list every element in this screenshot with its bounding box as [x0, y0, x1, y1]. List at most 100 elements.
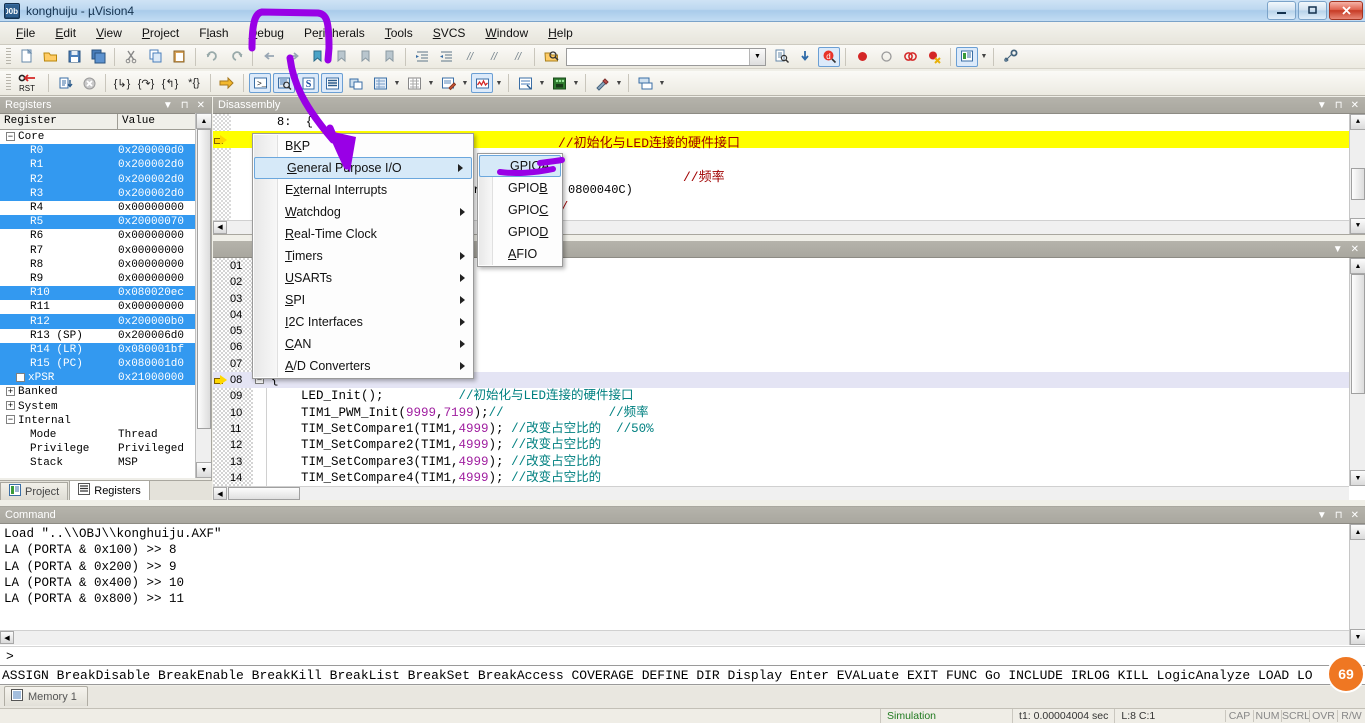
register-row[interactable]: R12 0x200000b0: [0, 314, 196, 329]
editor-line[interactable]: 09 LED_Init(); //初始化与LED连接的硬件接口: [213, 388, 1365, 404]
register-row[interactable]: R14 (LR) 0x080001bf: [0, 342, 196, 357]
submenu-item-gpiob[interactable]: GPIOB: [478, 177, 562, 199]
register-row[interactable]: − Internal: [0, 414, 196, 428]
save-icon[interactable]: [63, 47, 85, 67]
register-row[interactable]: R10 0x080020ec: [0, 286, 196, 301]
register-row[interactable]: R0 0x200000d0: [0, 144, 196, 159]
tree-expander-icon[interactable]: +: [16, 372, 25, 382]
find-input[interactable]: [567, 49, 747, 64]
command-close-icon[interactable]: ✕: [1351, 510, 1359, 521]
debug-restore-views-icon[interactable]: [634, 73, 656, 93]
run-icon[interactable]: [54, 73, 76, 93]
register-row[interactable]: Stack MSP: [0, 456, 196, 470]
scroll-down-icon[interactable]: ▼: [196, 462, 212, 478]
menu-view[interactable]: View: [86, 23, 132, 43]
disassembly-vscrollbar[interactable]: ▲ ▼: [1349, 114, 1365, 234]
open-file-icon[interactable]: [39, 47, 61, 67]
disassembly-pin-icon[interactable]: ⊓: [1335, 100, 1343, 111]
serial-window-icon[interactable]: [437, 73, 459, 93]
editor-scroll-up-icon[interactable]: ▲: [1350, 258, 1365, 274]
disable-breakpoint-icon[interactable]: [875, 47, 897, 67]
editor-line[interactable]: 11 TIM_SetCompare1(TIM1,4999); //改变占空比的 …: [213, 421, 1365, 437]
close-icon[interactable]: ✕: [197, 100, 205, 111]
bookmark-clear-icon[interactable]: [378, 47, 400, 67]
uncomment-all-icon[interactable]: //: [507, 47, 529, 67]
tab-project[interactable]: Project: [0, 482, 69, 500]
gpio-submenu[interactable]: GPIOA GPIOB GPIOC GPIOD AFIO: [477, 153, 563, 267]
register-row[interactable]: R3 0x200002d0: [0, 186, 196, 201]
step-over-icon[interactable]: {↷}: [135, 73, 157, 93]
system-viewer-dropdown-icon[interactable]: ▼: [571, 73, 581, 93]
menu-file[interactable]: File: [6, 23, 45, 43]
show-next-statement-icon[interactable]: [216, 73, 238, 93]
register-row[interactable]: + Banked: [0, 385, 196, 399]
menu-item-real-time-clock[interactable]: Real-Time Clock: [253, 223, 473, 245]
registers-tree[interactable]: − Core R0 0x200000d0 R1 0x200002d0 R2 0x200002d…: [0, 130, 196, 478]
panel-dropdown-icon[interactable]: ▼: [163, 100, 173, 111]
memory-window-icon[interactable]: [403, 73, 425, 93]
symbols-window-icon[interactable]: S: [297, 73, 319, 93]
tab-memory-1[interactable]: Memory 1: [4, 686, 88, 706]
command-input-row[interactable]: >: [0, 646, 1365, 666]
register-row[interactable]: Privilege Privileged: [0, 442, 196, 456]
register-row[interactable]: R11 0x00000000: [0, 300, 196, 314]
call-stack-window-icon[interactable]: [345, 73, 367, 93]
serial-dropdown-icon[interactable]: ▼: [460, 73, 470, 93]
command-dropdown-icon[interactable]: ▼: [1317, 510, 1327, 521]
scroll-up-icon[interactable]: ▲: [196, 113, 212, 129]
project-window-dropdown-icon[interactable]: ▼: [979, 47, 989, 67]
indent-icon[interactable]: [411, 47, 433, 67]
navigate-forward-icon[interactable]: [282, 47, 304, 67]
cut-icon[interactable]: [120, 47, 142, 67]
menu-item-a-d-converters[interactable]: A/D Converters: [253, 355, 473, 377]
goto-line-icon[interactable]: [794, 47, 816, 67]
menu-item-bkp[interactable]: BKP: [253, 135, 473, 157]
trace-window-icon[interactable]: [514, 73, 536, 93]
submenu-item-afio[interactable]: AFIO: [478, 243, 562, 265]
menu-item-watchdog[interactable]: Watchdog: [253, 201, 473, 223]
editor-hscroll-thumb[interactable]: [228, 487, 300, 500]
disassembly-scroll-down-icon[interactable]: ▼: [1350, 218, 1365, 234]
comment-icon[interactable]: //: [459, 47, 481, 67]
register-row[interactable]: R8 0x00000000: [0, 258, 196, 272]
new-file-icon[interactable]: [15, 47, 37, 67]
menu-window[interactable]: Window: [475, 23, 538, 43]
submenu-item-gpioc[interactable]: GPIOC: [478, 199, 562, 221]
toolbox-icon[interactable]: [591, 73, 613, 93]
disable-all-breakpoints-icon[interactable]: [899, 47, 921, 67]
watch-window-icon[interactable]: [369, 73, 391, 93]
register-row[interactable]: R6 0x00000000: [0, 229, 196, 243]
register-row[interactable]: + xPSR 0x21000000: [0, 371, 196, 386]
register-row[interactable]: R7 0x00000000: [0, 244, 196, 258]
menu-item-timers[interactable]: Timers: [253, 245, 473, 267]
editor-scroll-thumb[interactable]: [1351, 274, 1365, 394]
run-to-cursor-icon[interactable]: *{}: [183, 73, 205, 93]
watch-dropdown-icon[interactable]: ▼: [392, 73, 402, 93]
registers-window-icon[interactable]: [321, 73, 343, 93]
insert-breakpoint-icon[interactable]: [851, 47, 873, 67]
redo-icon[interactable]: [225, 47, 247, 67]
tree-expander-icon[interactable]: −: [6, 415, 15, 425]
menu-project[interactable]: Project: [132, 23, 189, 43]
copy-icon[interactable]: [144, 47, 166, 67]
tree-expander-icon[interactable]: −: [6, 131, 15, 141]
command-output[interactable]: Load "..\\OBJ\\konghuiju.AXF" LA (PORTA &…: [0, 524, 1365, 630]
disassembly-dropdown-icon[interactable]: ▼: [1317, 100, 1327, 111]
submenu-item-gpioa[interactable]: GPIOA: [479, 155, 561, 177]
editor-scroll-down-icon[interactable]: ▼: [1350, 470, 1365, 486]
tab-registers[interactable]: Registers: [69, 480, 150, 500]
browse-symbol-icon[interactable]: d: [818, 46, 840, 67]
command-scroll-down-icon[interactable]: ▼: [1350, 629, 1365, 645]
kill-all-breakpoints-icon[interactable]: [923, 47, 945, 67]
register-row[interactable]: R5 0x20000070: [0, 215, 196, 230]
step-into-icon[interactable]: {↳}: [111, 73, 133, 93]
menu-item-usarts[interactable]: USARTs: [253, 267, 473, 289]
register-row[interactable]: + System: [0, 400, 196, 414]
register-row[interactable]: R1 0x200002d0: [0, 158, 196, 173]
peripherals-dropdown-menu[interactable]: BKP General Purpose I/O External Interrupt…: [252, 133, 474, 379]
tree-expander-icon[interactable]: +: [6, 401, 15, 411]
menu-item-spi[interactable]: SPI: [253, 289, 473, 311]
registers-scrollbar[interactable]: ▲ ▼: [195, 113, 212, 478]
command-scroll-left-icon[interactable]: ◀: [0, 631, 14, 644]
tree-expander-icon[interactable]: +: [6, 387, 15, 397]
